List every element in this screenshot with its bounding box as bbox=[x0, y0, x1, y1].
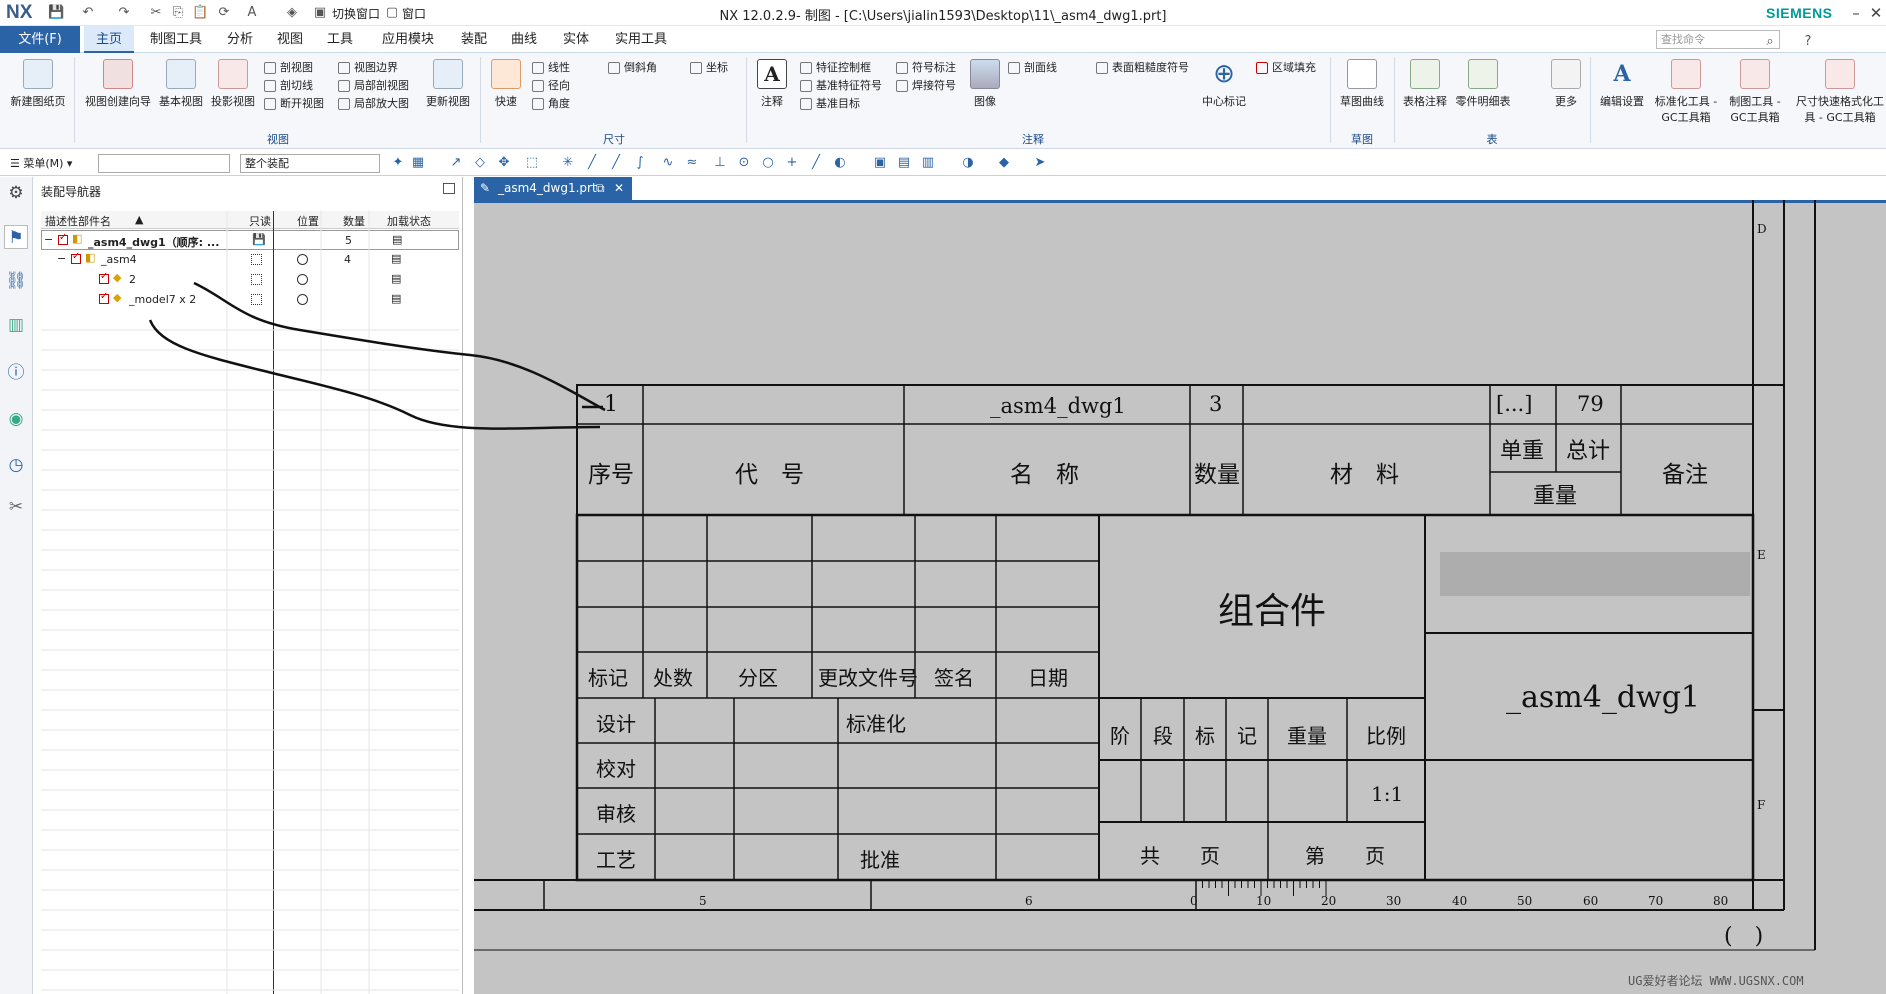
tb-standardize: 标准化 bbox=[846, 712, 906, 736]
bom-header-code: 代 号 bbox=[735, 462, 804, 488]
annotation-stroke bbox=[148, 319, 601, 430]
drawing-name: _asm4_dwg1 bbox=[1506, 680, 1700, 715]
bom-header-material: 材 料 bbox=[1330, 462, 1399, 488]
tb-process: 工艺 bbox=[596, 848, 636, 872]
bom-header-remark: 备注 bbox=[1662, 462, 1708, 488]
border-letter: D bbox=[1757, 222, 1767, 236]
bom-header-name: 名 称 bbox=[1010, 462, 1079, 488]
border-letter: F bbox=[1757, 798, 1766, 812]
ruler-label: 40 bbox=[1452, 894, 1468, 908]
drawing-sheet bbox=[148, 200, 1816, 951]
tb-review: 审核 bbox=[596, 802, 636, 826]
bom-header-weight: 重量 bbox=[1533, 484, 1578, 509]
redacted-area bbox=[1440, 552, 1750, 596]
bom-header-unit: 单重 bbox=[1500, 439, 1545, 464]
ruler-label: 0 bbox=[1190, 894, 1198, 908]
bom-header-index: 序号 bbox=[588, 462, 634, 488]
tb-sheet-no: 第 页 bbox=[1305, 844, 1385, 868]
tb-marker: 标 bbox=[1195, 724, 1215, 748]
tb-ratio: 比例 bbox=[1366, 724, 1406, 748]
tb-scale: 1:1 bbox=[1371, 782, 1404, 806]
ruler-label: 5 bbox=[699, 894, 707, 908]
ruler-label: 10 bbox=[1256, 894, 1272, 908]
ruler-label: 50 bbox=[1517, 894, 1533, 908]
tb-paren: ( ) bbox=[1724, 924, 1764, 949]
bom-weight-code: [...] bbox=[1496, 392, 1533, 416]
bom-index: 1 bbox=[604, 392, 618, 417]
ruler-label: 60 bbox=[1583, 894, 1599, 908]
tb-change-doc: 更改文件号 bbox=[818, 666, 918, 690]
tb-approve: 批准 bbox=[860, 848, 900, 872]
bom-header-total: 总计 bbox=[1566, 439, 1611, 464]
tb-weight: 重量 bbox=[1287, 724, 1327, 748]
tb-record: 记 bbox=[1237, 724, 1257, 748]
ruler-label: 20 bbox=[1321, 894, 1337, 908]
ruler-label: 30 bbox=[1386, 894, 1402, 908]
ruler-label: 6 bbox=[1025, 894, 1033, 908]
border-letter: E bbox=[1757, 548, 1766, 562]
tb-design: 设计 bbox=[596, 712, 636, 736]
tb-check: 校对 bbox=[596, 757, 636, 781]
tb-segment: 段 bbox=[1153, 724, 1173, 748]
bom-header-qty: 数量 bbox=[1194, 462, 1240, 488]
tb-signature: 签名 bbox=[934, 666, 974, 690]
annotation-stroke bbox=[193, 281, 606, 412]
tb-stage: 阶 bbox=[1110, 724, 1130, 748]
bom-name: _asm4_dwg1 bbox=[990, 394, 1126, 418]
tb-total-sheets: 共 页 bbox=[1140, 844, 1220, 868]
ruler-label: 80 bbox=[1713, 894, 1729, 908]
tb-mark: 标记 bbox=[588, 666, 628, 690]
tb-zone: 分区 bbox=[738, 666, 778, 690]
bom-qty: 3 bbox=[1209, 392, 1223, 416]
ruler-label: 70 bbox=[1648, 894, 1664, 908]
bom-weight-total: 79 bbox=[1577, 392, 1604, 416]
tb-count: 处数 bbox=[653, 666, 693, 690]
assembly-label: 组合件 bbox=[1218, 591, 1327, 632]
tb-date: 日期 bbox=[1028, 666, 1068, 690]
watermark: UG爱好者论坛 WWW.UGSNX.COM bbox=[1628, 974, 1804, 988]
